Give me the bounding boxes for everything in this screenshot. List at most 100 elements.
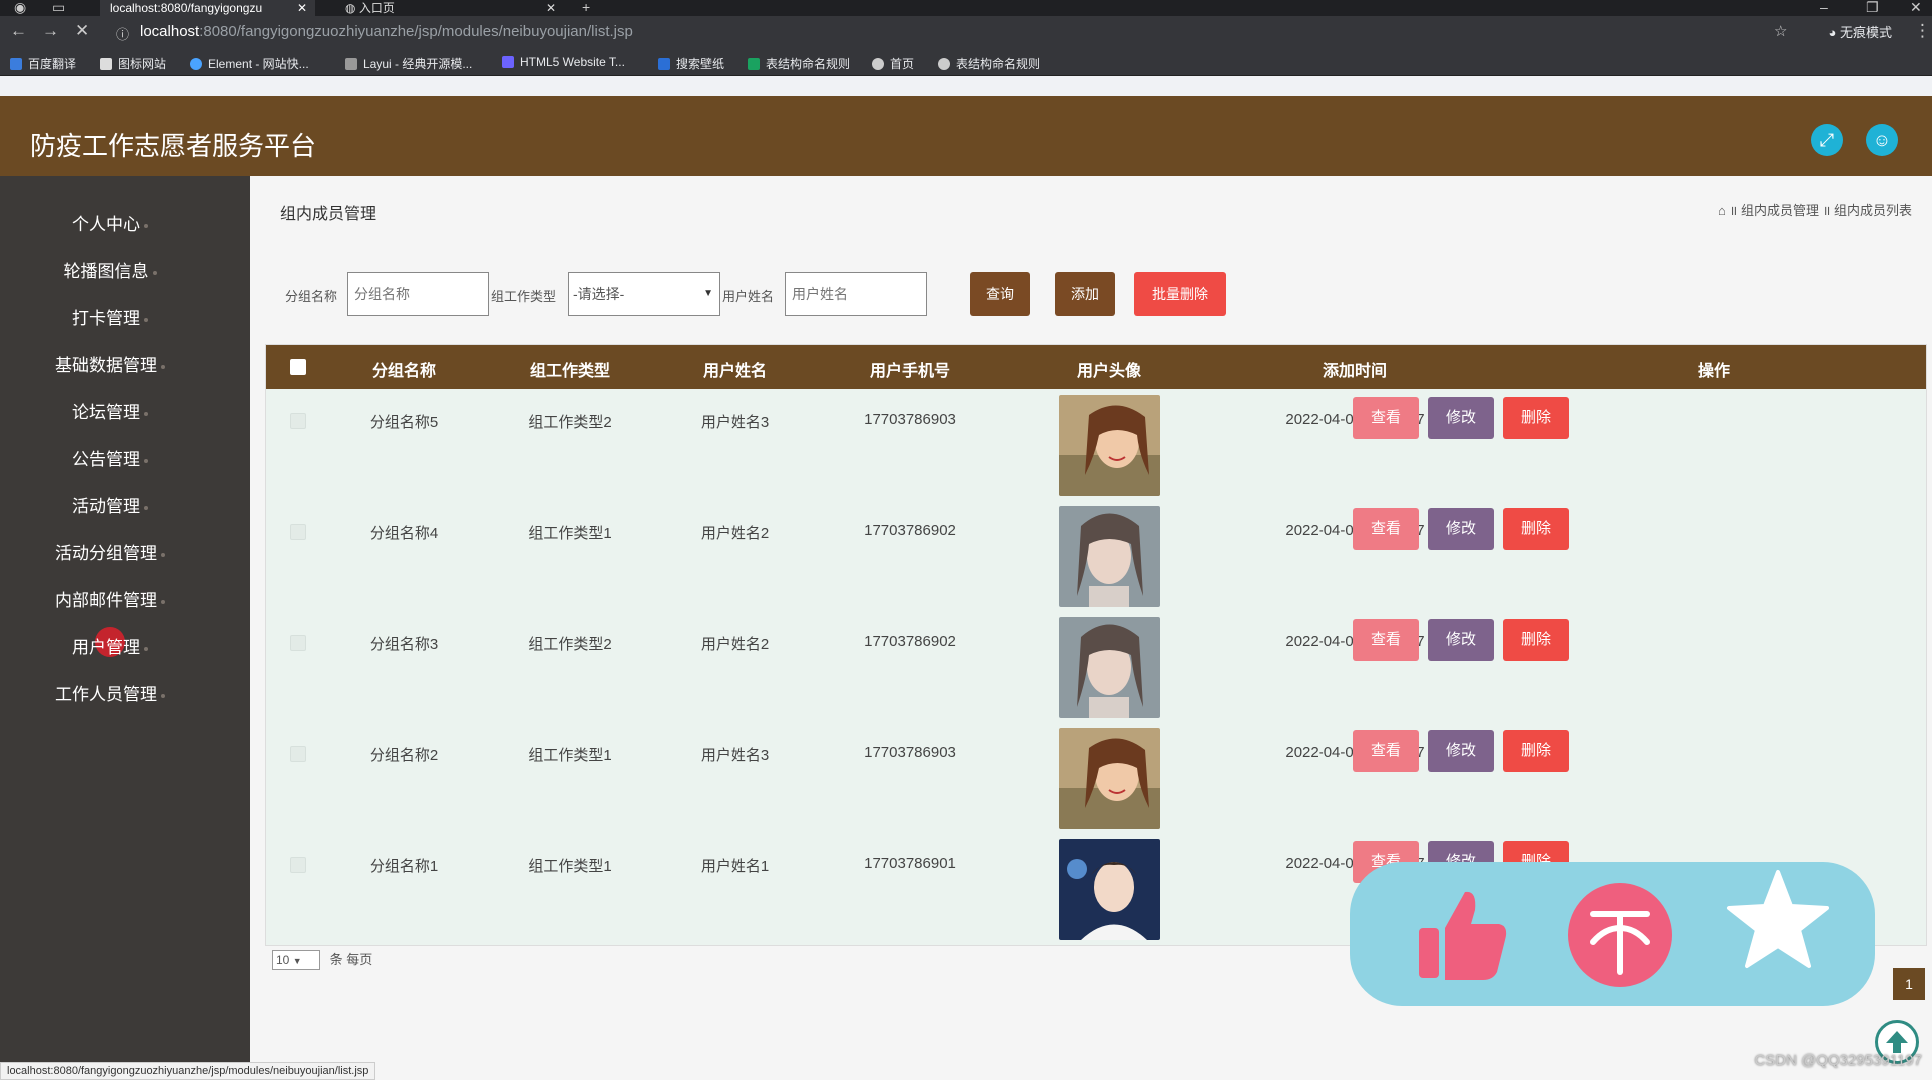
table-row: 分组名称3 组工作类型2 用户姓名2 17703786902 2022-04-0… (266, 611, 1926, 722)
sidebar-item-basic-data[interactable]: 基础数据管理 (0, 351, 220, 376)
column-header: 用户头像 (1076, 363, 1142, 380)
menu-icon[interactable]: ⋮ (1914, 21, 1931, 41)
page-title: 组内成员管理 (280, 206, 377, 223)
row-checkbox[interactable] (290, 413, 306, 429)
delete-button[interactable]: 删除 (1503, 619, 1569, 661)
minimize-icon[interactable]: – (1820, 0, 1828, 14)
work-type-cell: 组工作类型1 (528, 858, 612, 875)
delete-button[interactable]: 删除 (1503, 508, 1569, 550)
bookmark-item[interactable]: 表结构命名规则 (938, 55, 1040, 72)
bookmark-item[interactable]: 表结构命名规则 (748, 55, 850, 72)
layui-icon (345, 58, 357, 70)
edit-button[interactable]: 修改 (1428, 619, 1494, 661)
row-checkbox[interactable] (290, 746, 306, 762)
incognito-indicator[interactable]: ◕ 无痕模式 (1829, 22, 1892, 41)
bookmark-star-icon[interactable]: ☆ (1774, 22, 1787, 40)
breadcrumb-item[interactable]: 组内成员管理 (1741, 203, 1819, 218)
page-size-select[interactable]: 10 ▼ (272, 950, 320, 970)
row-checkbox[interactable] (290, 857, 306, 873)
chevron-dot-icon (144, 411, 148, 416)
browser-tab-active[interactable]: localhost:8080/fangyigongzu ✕ (100, 0, 315, 16)
restore-icon[interactable]: ❐ (1866, 0, 1879, 14)
bookmarks-bar: 百度翻译 图标网站 Element - 网站快... Layui - 经典开源模… (0, 46, 1932, 76)
add-button[interactable]: 添加 (1055, 272, 1115, 316)
page-size-value: 10 (276, 953, 290, 967)
browser-tab[interactable]: ◍ 入口页 ✕ (335, 0, 560, 16)
sidebar-item-label: 活动分组管理 (55, 544, 157, 563)
view-button[interactable]: 查看 (1353, 619, 1419, 661)
sidebar-item-checkin[interactable]: 打卡管理 (0, 304, 220, 329)
sidebar-item-personal-center[interactable]: 个人中心 (0, 210, 220, 235)
column-header: 操作 (1697, 363, 1731, 380)
sidebar-item-internal-mail[interactable]: 内部邮件管理 (0, 586, 220, 611)
batch-delete-button[interactable]: 批量删除 (1134, 272, 1226, 316)
chevron-dot-icon (144, 223, 148, 228)
star-favorite-icon[interactable] (1723, 866, 1833, 976)
user-name-cell: 用户姓名3 (700, 414, 770, 431)
delete-button[interactable]: 删除 (1503, 397, 1569, 439)
group-name-cell: 分组名称3 (369, 636, 439, 653)
bookmark-item[interactable]: 首页 (872, 55, 914, 72)
bookmark-label: Element - 网站快... (208, 57, 309, 71)
user-avatar-image (1059, 617, 1160, 718)
sidebar-item-activity[interactable]: 活动管理 (0, 492, 220, 517)
sidebar-item-users[interactable]: 用户管理 (0, 627, 220, 658)
coin-icon[interactable] (1565, 880, 1675, 990)
bookmark-item[interactable]: 百度翻译 (10, 55, 76, 72)
forward-icon[interactable]: → (42, 21, 59, 41)
sidebar-item-label: 用户管理 (72, 638, 140, 657)
url-path: :8080/fangyigongzuozhiyuanzhe/jsp/module… (199, 23, 633, 40)
incognito-icon: ◕ (1828, 25, 1840, 40)
bookmark-item[interactable]: 搜索壁纸 (658, 55, 724, 72)
chevron-dot-icon (144, 505, 148, 510)
sidebar-item-notice[interactable]: 公告管理 (0, 445, 220, 470)
info-icon[interactable]: ⓘ (116, 24, 129, 43)
url-field[interactable]: localhost:8080/fangyigongzuozhiyuanzhe/j… (140, 23, 633, 40)
bookmark-label: 百度翻译 (28, 57, 77, 71)
bookmark-item[interactable]: Layui - 经典开源模... (345, 55, 472, 72)
page-number-button[interactable]: 1 (1893, 968, 1925, 1000)
select-all-checkbox[interactable] (290, 359, 306, 375)
view-button[interactable]: 查看 (1353, 397, 1419, 439)
edit-button[interactable]: 修改 (1428, 397, 1494, 439)
user-name-cell: 用户姓名3 (700, 747, 770, 764)
bookmark-item[interactable]: HTML5 Website T... (502, 55, 625, 69)
sidebar-item-carousel[interactable]: 轮播图信息 (0, 257, 220, 282)
back-icon[interactable]: ← (10, 21, 27, 41)
user-avatar-icon[interactable]: ☺ (1866, 124, 1898, 156)
view-button[interactable]: 查看 (1353, 508, 1419, 550)
sidebar-item-label: 工作人员管理 (55, 685, 157, 704)
sheet-icon (748, 58, 760, 70)
delete-button[interactable]: 删除 (1503, 730, 1569, 772)
row-checkbox[interactable] (290, 524, 306, 540)
work-type-select[interactable]: -请选择- ▼ (568, 272, 720, 316)
stop-icon[interactable]: ✕ (75, 21, 89, 41)
new-tab-icon[interactable]: + (582, 0, 590, 14)
app-header: 防疫工作志愿者服务平台 ⤢ ☺ (0, 96, 1932, 176)
tab-overview-icon[interactable]: ▭ (52, 0, 65, 14)
bookmark-item[interactable]: Element - 网站快... (190, 55, 309, 72)
home-icon[interactable]: ⌂ (1718, 203, 1726, 218)
user-name-input[interactable] (785, 272, 927, 316)
sidebar-item-forum[interactable]: 论坛管理 (0, 398, 220, 423)
close-tab-icon[interactable]: ✕ (546, 0, 556, 16)
html5-icon (502, 56, 514, 68)
fullscreen-icon[interactable]: ⤢ (1811, 124, 1843, 156)
thumbs-up-icon[interactable] (1407, 880, 1517, 990)
query-button[interactable]: 查询 (970, 272, 1030, 316)
sidebar-item-label: 内部邮件管理 (55, 591, 157, 610)
sidebar-item-staff[interactable]: 工作人员管理 (0, 680, 220, 705)
sidebar-item-activity-group[interactable]: 活动分组管理 (0, 539, 220, 564)
sidebar-item-label: 论坛管理 (72, 403, 140, 422)
view-button[interactable]: 查看 (1353, 730, 1419, 772)
close-window-icon[interactable]: ✕ (1910, 0, 1922, 14)
edit-button[interactable]: 修改 (1428, 730, 1494, 772)
user-name-label: 用户姓名 (722, 289, 775, 304)
group-name-input[interactable] (347, 272, 489, 316)
edit-button[interactable]: 修改 (1428, 508, 1494, 550)
bookmark-item[interactable]: 图标网站 (100, 55, 166, 72)
phone-cell: 17703786902 (864, 633, 956, 650)
close-tab-icon[interactable]: ✕ (297, 0, 307, 16)
work-type-selected: -请选择- (573, 286, 625, 302)
row-checkbox[interactable] (290, 635, 306, 651)
